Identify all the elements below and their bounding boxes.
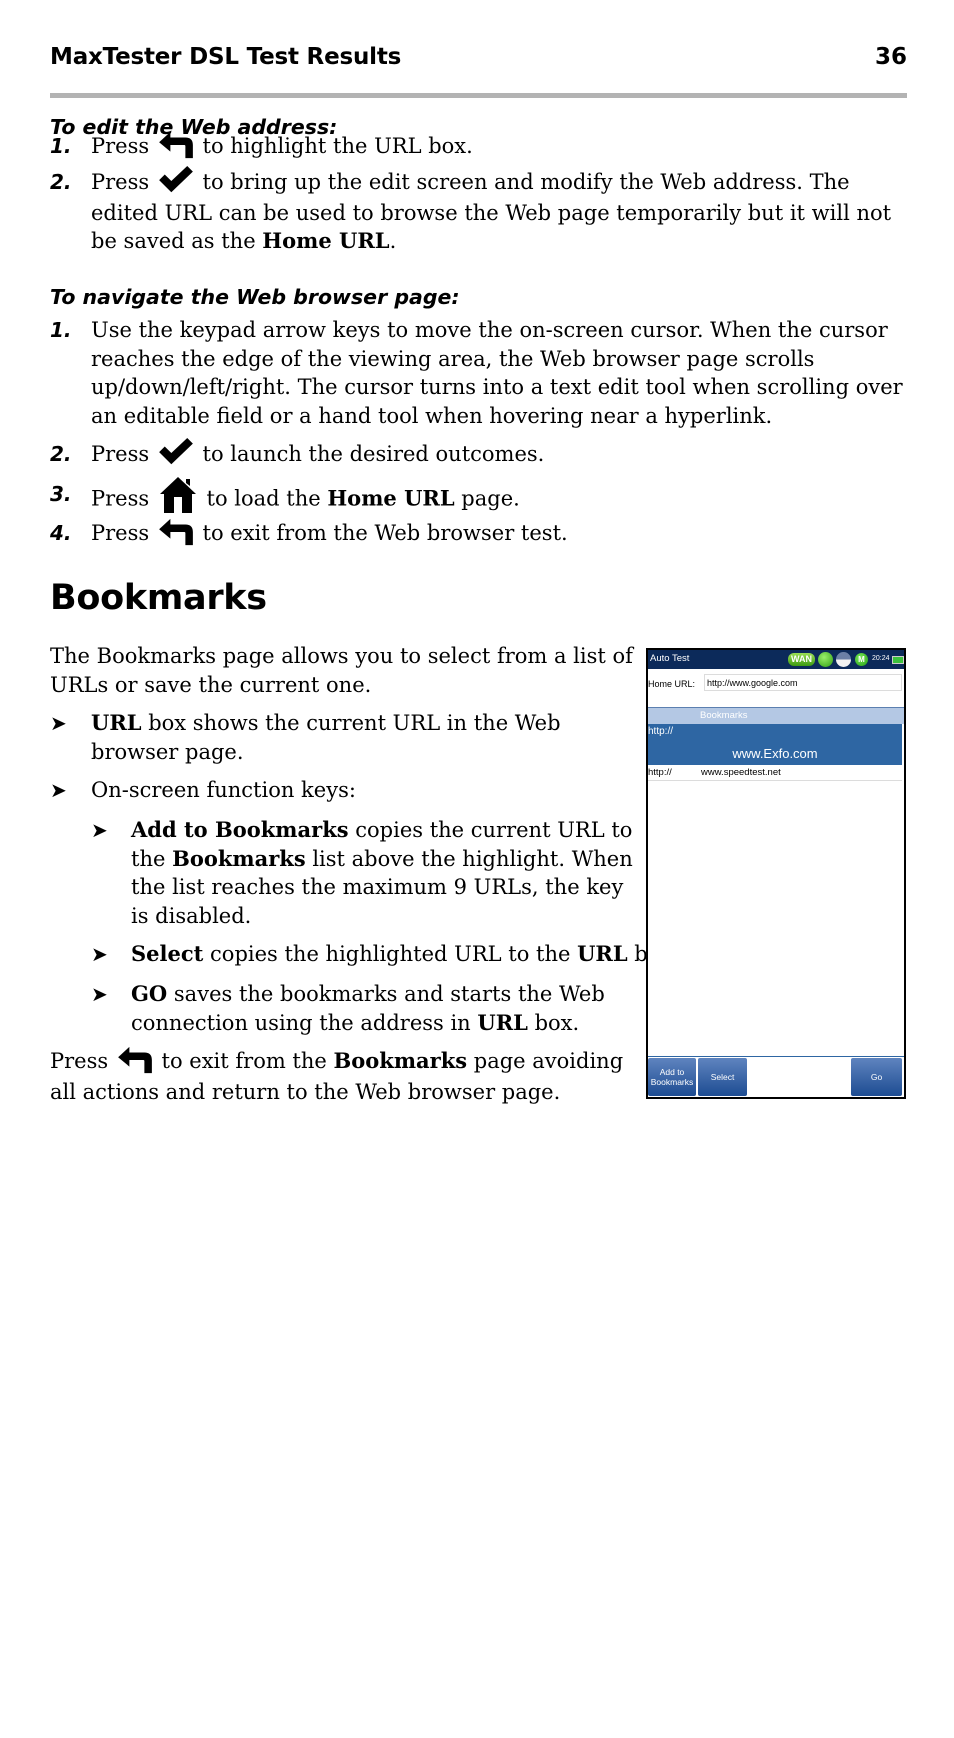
step-number: 4. — [50, 521, 72, 545]
document-title: MaxTester DSL Test Results — [50, 44, 402, 70]
bullet-bold-term: Bookmarks — [172, 845, 306, 871]
edit-step-1: 1. Press to highlight the URL box. — [50, 132, 910, 163]
select-button[interactable]: Select — [698, 1058, 747, 1096]
sub-bullet-add-to-bookmarks: ➤ Add to Bookmarks copies the current UR… — [91, 816, 646, 930]
step-text: Press — [91, 442, 150, 466]
step-text: Press — [91, 170, 150, 194]
bullet-bold-term: URL — [577, 941, 628, 966]
bookmarks-heading: Bookmarks — [50, 578, 267, 618]
bullet-arrow-icon: ➤ — [50, 778, 67, 802]
step-bold-term: Home URL — [262, 228, 390, 253]
m-status-icon: M — [855, 653, 868, 666]
sync-status-icon — [836, 652, 851, 667]
home-url-label: Home URL: — [648, 679, 696, 689]
back-arrow-icon — [156, 130, 196, 160]
checkmark-icon — [156, 438, 196, 468]
wan-status-badge: WAN — [788, 653, 815, 666]
navigate-step-3: 3. Press to load the Home URL page. — [50, 480, 910, 520]
step-text: to load the — [199, 486, 328, 511]
clock: 20:24 — [872, 655, 890, 662]
home-icon — [156, 475, 200, 515]
step-text: to bring up the edit screen and modify t… — [91, 170, 892, 253]
step-text: Use the keypad arrow keys to move the on… — [91, 318, 903, 428]
step-text: . — [389, 229, 397, 253]
edit-step-2: 2. Press to bring up the edit screen and… — [50, 168, 910, 256]
add-to-bookmarks-button[interactable]: Add to Bookmarks — [648, 1058, 696, 1096]
go-button[interactable]: Go — [851, 1058, 902, 1096]
navigate-step-4: 4. Press to exit from the Web browser te… — [50, 519, 910, 550]
navigate-step-1: 1. Use the keypad arrow keys to move the… — [50, 316, 910, 430]
bookmarks-exit-note: Press to exit from the Bookmarks page av… — [50, 1047, 645, 1106]
bullet-function-keys: ➤ On-screen function keys: — [50, 776, 640, 805]
battery-icon — [892, 656, 904, 664]
bullet-arrow-icon: ➤ — [91, 982, 108, 1006]
step-text: Press — [91, 486, 150, 511]
step-number: 3. — [50, 482, 72, 506]
bullet-bold-term: Add to Bookmarks — [131, 817, 349, 842]
device-title-bar: Auto Test WAN M 20:24 — [648, 650, 904, 669]
bookmarks-list-header: Bookmarks — [648, 707, 904, 724]
back-arrow-icon — [115, 1045, 155, 1075]
bookmark-prefix: http:// — [648, 767, 672, 778]
step-text: page. — [454, 486, 520, 511]
bookmark-item-selected[interactable]: http:// www.Exfo.com — [648, 724, 902, 765]
note-text: Press — [50, 1049, 109, 1073]
step-text: to launch the desired outcomes. — [195, 442, 545, 466]
page-number: 36 — [874, 44, 907, 70]
step-number: 1. — [50, 318, 72, 342]
step-text: to exit from the Web browser test. — [195, 521, 568, 545]
bullet-bold-term: GO — [131, 981, 168, 1006]
function-key-divider — [648, 1056, 904, 1057]
sub-bullet-select: ➤ Select copies the highlighted URL to t… — [91, 940, 679, 969]
checkmark-icon — [156, 166, 196, 196]
step-number: 2. — [50, 442, 72, 466]
bullet-arrow-icon: ➤ — [91, 942, 108, 966]
navigate-section-title: To navigate the Web browser page: — [50, 285, 460, 309]
step-text: to highlight the URL box. — [195, 134, 473, 158]
bullet-text: copies the highlighted URL to the — [203, 942, 578, 966]
header-divider — [50, 93, 907, 98]
bullet-text: box shows the current URL in the Web bro… — [91, 711, 561, 764]
bookmark-prefix: http:// — [648, 726, 674, 737]
device-title: Auto Test — [650, 653, 690, 664]
bullet-text: On-screen function keys: — [91, 778, 356, 802]
bookmark-url: www.Exfo.com — [732, 746, 818, 761]
back-arrow-icon — [156, 517, 196, 547]
bullet-arrow-icon: ➤ — [91, 818, 108, 842]
note-text: to exit from the — [154, 1049, 334, 1073]
step-number: 1. — [50, 134, 72, 158]
home-url-field[interactable]: http://www.google.com — [704, 674, 902, 691]
bullet-bold-term: URL — [477, 1009, 528, 1035]
bullet-arrow-icon: ➤ — [50, 711, 67, 735]
bullet-bold-term: Select — [131, 941, 204, 966]
bullet-text: box. — [527, 1010, 580, 1035]
step-number: 2. — [50, 170, 72, 194]
page-header: MaxTester DSL Test Results 36 — [50, 44, 907, 72]
bookmarks-intro: The Bookmarks page allows you to select … — [50, 644, 633, 697]
link-status-icon — [818, 652, 833, 667]
navigate-step-2: 2. Press to launch the desired outcomes. — [50, 440, 910, 471]
note-bold-term: Bookmarks — [333, 1048, 468, 1073]
step-text: Press — [91, 521, 150, 545]
bullet-url-box: ➤ URL box shows the current URL in the W… — [50, 709, 640, 766]
list-header-label: Bookmarks — [700, 710, 748, 721]
bullet-bold-term: URL — [91, 710, 142, 735]
sub-bullet-go: ➤ GO saves the bookmarks and starts the … — [91, 980, 621, 1037]
bookmark-url: www.speedtest.net — [701, 767, 781, 778]
step-bold-term: Home URL — [327, 485, 455, 511]
step-text: Press — [91, 134, 150, 158]
bookmark-item[interactable]: http:// www.speedtest.net — [648, 766, 902, 781]
device-screenshot: Auto Test WAN M 20:24 Home URL: http://w… — [646, 648, 906, 1099]
